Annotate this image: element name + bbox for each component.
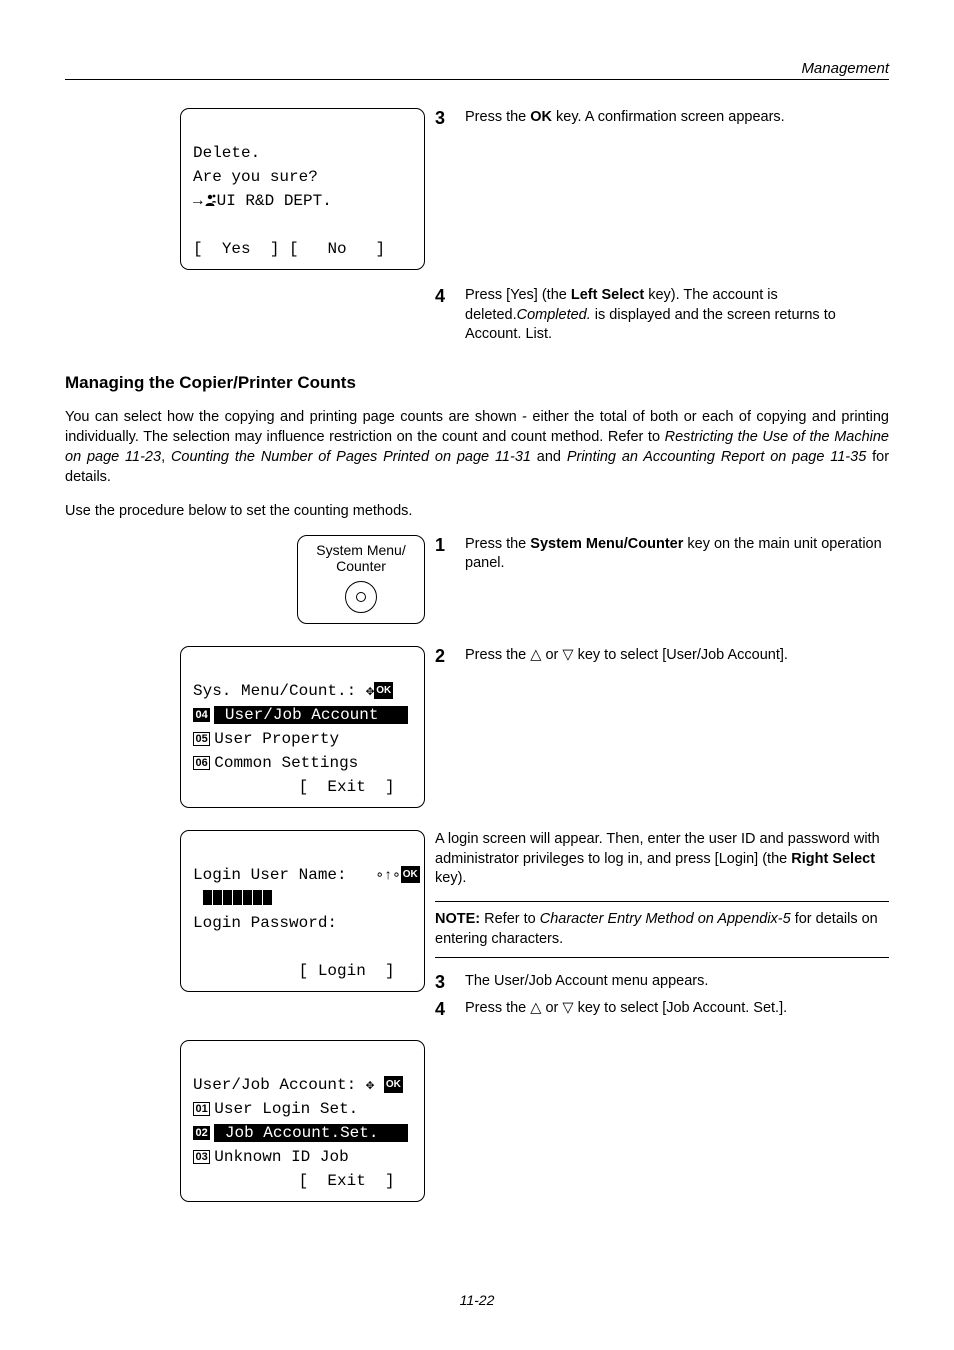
intro-paragraph-1: You can select how the copying and print… (65, 407, 889, 487)
item-number: 01 (193, 1102, 210, 1116)
key-name: System Menu/Counter (530, 536, 683, 552)
header-title: Management (65, 60, 889, 77)
step-text: Press the OK key. A confirmation screen … (465, 108, 889, 128)
intro-paragraph-2: Use the procedure below to set the count… (65, 501, 889, 521)
key-name: Right Select (791, 851, 875, 867)
step-text: Press the System Menu/Counter key on the… (465, 535, 889, 574)
nav-arrows-icon: ✥ (366, 1078, 374, 1094)
item-number: 04 (193, 708, 210, 722)
lcd-menu-item[interactable]: 06Common Settings (193, 751, 412, 775)
step-number: 3 (435, 972, 465, 993)
lcd-login: Login User Name: ∘↑∘OK Login Password: [… (180, 830, 425, 992)
section-heading: Managing the Copier/Printer Counts (65, 373, 889, 393)
step-number: 2 (435, 646, 465, 667)
item-number: 05 (193, 732, 210, 746)
softkey-exit[interactable]: Exit (327, 778, 365, 796)
lcd-menu-item-selected[interactable]: 02 Job Account.Set. (193, 1121, 412, 1145)
lcd-softkeys: [ Exit ] (193, 775, 412, 799)
lcd-menu-item[interactable]: 05User Property (193, 727, 412, 751)
lcd-softkeys: [ Login ] (193, 959, 412, 983)
lcd-menu-item-selected[interactable]: 04 User/Job Account (193, 703, 412, 727)
key-label-line1: System Menu/ (302, 542, 420, 559)
softkey-login[interactable]: Login (318, 962, 366, 980)
user-icon (203, 193, 217, 207)
softkey-yes[interactable]: Yes (222, 240, 251, 258)
up-arrow-icon: △ (530, 647, 541, 663)
step-text: Press the △ or ▽ key to select [User/Job… (465, 646, 889, 666)
lcd-label: Login Password: (193, 911, 412, 935)
login-instruction: A login screen will appear. Then, enter … (435, 830, 889, 889)
softkey-no[interactable]: No (327, 240, 346, 258)
lcd-title-line: Login User Name: ∘↑∘OK (193, 863, 412, 887)
key-label-line2: Counter (302, 558, 420, 575)
key-name: OK (530, 109, 552, 125)
ok-icon: OK (374, 682, 393, 699)
lcd-softkeys: [ Exit ] (193, 1169, 412, 1193)
nav-arrows-icon: ✥ (366, 684, 374, 700)
system-menu-counter-key[interactable]: System Menu/ Counter (297, 535, 425, 625)
key-name: Left Select (571, 287, 644, 303)
down-arrow-icon: ▽ (562, 647, 573, 663)
status-msg: Completed. (517, 307, 591, 323)
step-number: 3 (435, 108, 465, 129)
note-box: NOTE: Refer to Character Entry Method on… (435, 901, 889, 958)
xref: Character Entry Method on Appendix-5 (540, 911, 791, 927)
username-input[interactable] (193, 887, 412, 911)
lcd-delete-confirm: Delete.Are you sure?→UI R&D DEPT. [ Yes … (180, 108, 425, 270)
softkey-exit[interactable]: Exit (327, 1172, 365, 1190)
page-number: 11-22 (0, 1292, 954, 1308)
ok-icon: OK (401, 866, 420, 883)
lcd-user-job-account: User/Job Account: ✥ OK01User Login Set.0… (180, 1040, 425, 1202)
lcd-menu-item[interactable]: 03Unknown ID Job (193, 1145, 412, 1169)
step-text: The User/Job Account menu appears. (465, 972, 889, 992)
lcd-softkeys: [ Yes ] [ No ] (193, 237, 412, 261)
step-text: Press the △ or ▽ key to select [Job Acco… (465, 999, 889, 1019)
page-header: Management (65, 60, 889, 80)
xref: Counting the Number of Pages Printed on … (171, 449, 531, 465)
item-number: 06 (193, 756, 210, 770)
lcd-line: Delete. (193, 141, 412, 165)
key-button-icon (345, 581, 377, 613)
step-text: Press [Yes] (the Left Select key). The a… (465, 286, 889, 345)
up-arrow-icon: △ (530, 1000, 541, 1016)
step-number: 4 (435, 286, 465, 307)
step-number: 1 (435, 535, 465, 556)
lcd-sys-menu: Sys. Menu/Count.: ✥OK04 User/Job Account… (180, 646, 425, 808)
xref: Printing an Accounting Report on page 11… (567, 449, 866, 465)
lcd-line: →UI R&D DEPT. (193, 189, 412, 213)
item-number: 03 (193, 1150, 210, 1164)
text-nav-icon: ∘↑∘ (375, 868, 400, 884)
lcd-line: Are you sure? (193, 165, 412, 189)
dept-name: UI R&D DEPT. (217, 192, 332, 210)
item-number: 02 (193, 1126, 210, 1140)
down-arrow-icon: ▽ (562, 1000, 573, 1016)
lcd-title-line: User/Job Account: ✥ OK (193, 1073, 412, 1097)
lcd-title-line: Sys. Menu/Count.: ✥OK (193, 679, 412, 703)
note-label: NOTE: (435, 911, 480, 927)
lcd-menu-item[interactable]: 01User Login Set. (193, 1097, 412, 1121)
step-number: 4 (435, 999, 465, 1020)
ok-icon: OK (384, 1076, 403, 1093)
